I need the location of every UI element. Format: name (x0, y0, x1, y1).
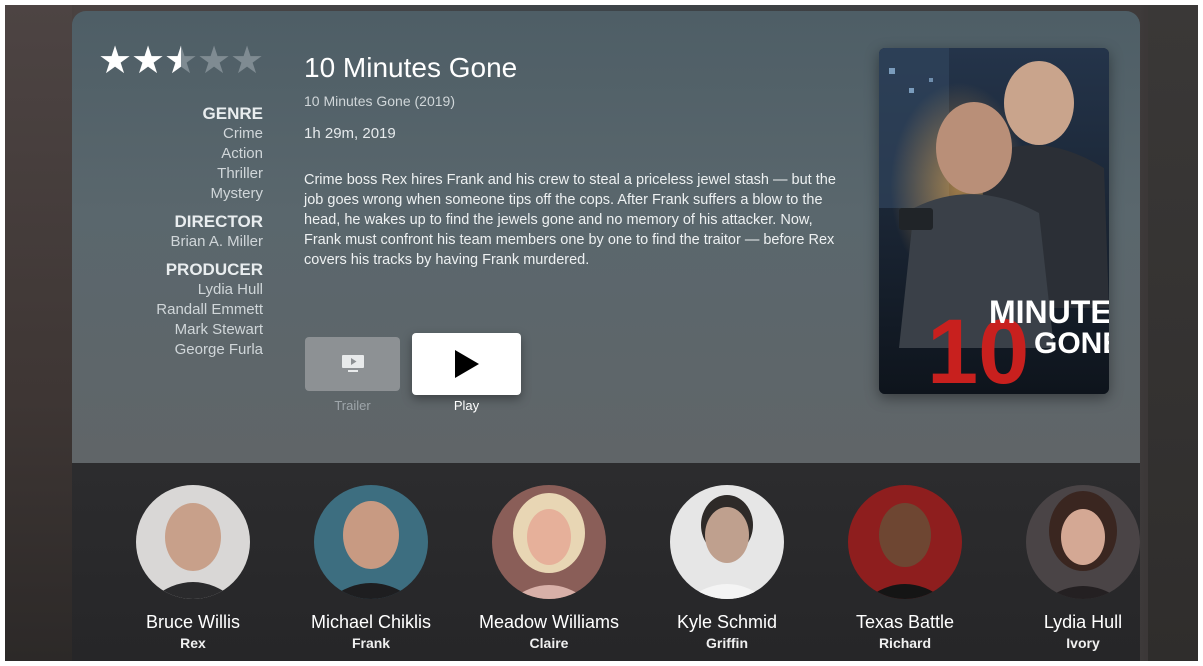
producer-name: Randall Emmett (156, 301, 263, 318)
avatar (848, 485, 962, 599)
star-icon-half: ★ (164, 42, 198, 80)
star-icon-filled: ★ (131, 40, 166, 82)
cast-member[interactable]: Lydia Hull Ivory (998, 485, 1168, 652)
trailer-label: Trailer (334, 398, 371, 413)
movie-poster: 10 MINUTES GONE (879, 48, 1109, 394)
producer-header: PRODUCER (165, 260, 263, 279)
cast-role: Frank (351, 635, 391, 651)
cast-member[interactable]: Bruce Willis Rex (108, 485, 278, 652)
director-name: Brian A. Miller (170, 233, 263, 250)
producer-name: Mark Stewart (174, 321, 263, 338)
cast-role: Claire (529, 635, 569, 651)
screen-play-icon (341, 355, 364, 372)
avatar (314, 485, 428, 599)
previous-item-peek[interactable] (5, 5, 72, 661)
play-button[interactable] (412, 333, 521, 395)
poster-title-word1: MINUTES (989, 294, 1109, 330)
genre-header: GENRE (202, 104, 263, 123)
poster-title-word2: GONE (1034, 327, 1109, 360)
cast-name: Texas Battle (855, 612, 955, 632)
cast-role: Griffin (706, 635, 748, 651)
movie-subtitle: 10 Minutes Gone (2019) (304, 93, 455, 109)
trailer-button[interactable] (305, 337, 400, 391)
cast-name: Bruce Willis (145, 612, 240, 632)
genre-item: Action (221, 145, 263, 162)
cast-name: Lydia Hull (1043, 612, 1123, 632)
avatar (136, 485, 250, 599)
director-header: DIRECTOR (174, 212, 263, 231)
producer-name: George Furla (174, 341, 263, 358)
movie-metadata: GENRE Crime Action Thriller Mystery DIRE… (156, 104, 263, 360)
cast-role: Ivory (1066, 635, 1100, 651)
star-icon-empty: ★ (230, 40, 265, 82)
play-label: Play (453, 398, 480, 413)
genre-item: Thriller (217, 165, 263, 182)
movie-description: Crime boss Rex hires Frank and his crew … (304, 172, 836, 268)
genre-item: Crime (223, 125, 263, 142)
avatar (670, 485, 784, 599)
avatar (1026, 485, 1140, 599)
producer-name: Lydia Hull (197, 281, 263, 298)
movie-title: 10 Minutes Gone (304, 52, 518, 83)
cast-name: Michael Chiklis (310, 612, 432, 632)
cast-member[interactable]: Michael Chiklis Frank (286, 485, 456, 652)
star-rating: ★ ★ ★ ★ ★ (98, 40, 265, 82)
cast-member[interactable]: Kyle Schmid Griffin (642, 485, 812, 652)
star-icon-empty: ★ (197, 40, 232, 82)
poster-art: 10 MINUTES GONE (879, 48, 1109, 394)
cast-name: Kyle Schmid (676, 612, 778, 632)
runtime-year: 1h 29m, 2019 (304, 125, 396, 142)
cast-role: Richard (878, 635, 932, 651)
cast-member[interactable]: Meadow Williams Claire (464, 485, 634, 652)
cast-member[interactable]: Texas Battle Richard (820, 485, 990, 652)
play-icon (454, 350, 479, 378)
cast-role: Rex (180, 635, 206, 651)
avatar (492, 485, 606, 599)
genre-item: Mystery (210, 185, 264, 202)
cast-name: Meadow Williams (478, 612, 620, 632)
star-icon-filled: ★ (98, 40, 133, 82)
